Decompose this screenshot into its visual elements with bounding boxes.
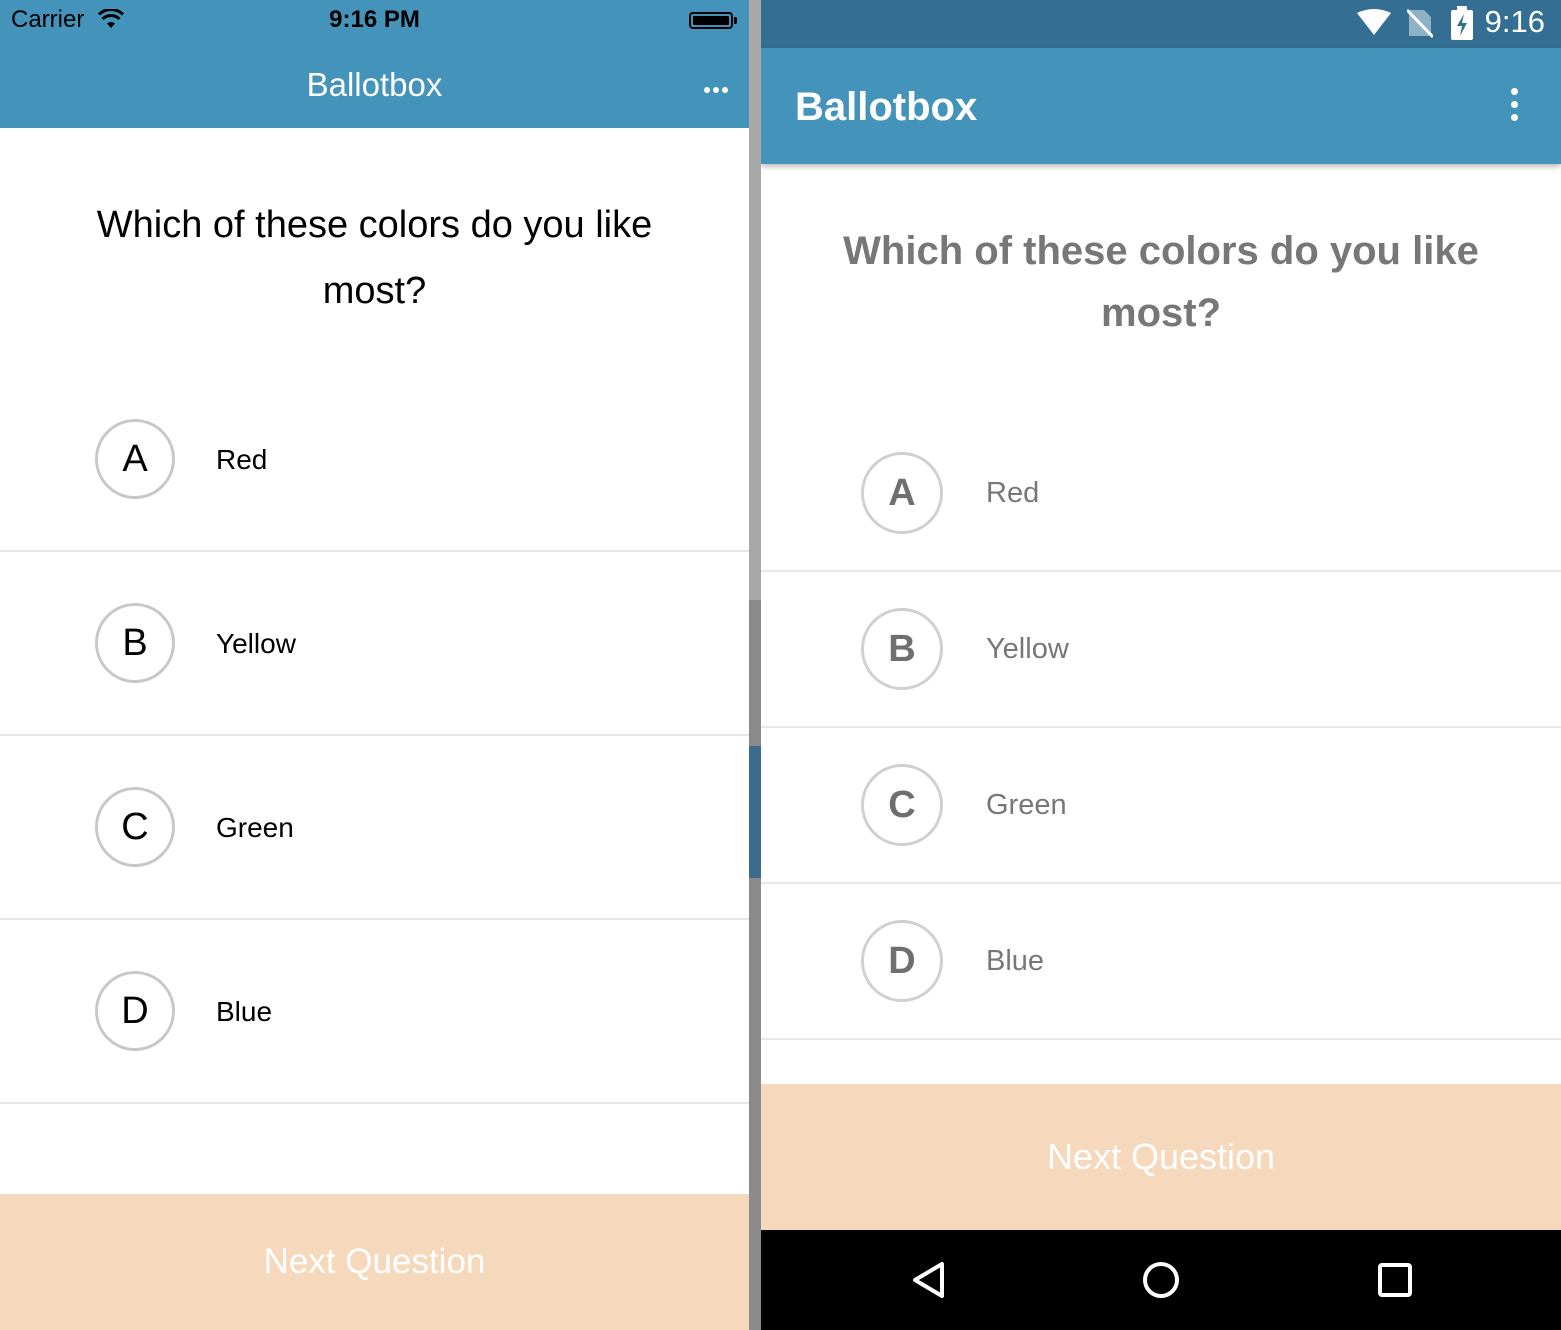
option-row-b[interactable]: B Yellow	[761, 572, 1561, 728]
ios-screen: Carrier 9:16 PM Ballotbox Which of these…	[0, 0, 749, 1330]
option-row-d[interactable]: D Blue	[0, 920, 749, 1104]
option-row-c[interactable]: C Green	[0, 736, 749, 920]
option-letter-badge: D	[95, 971, 175, 1051]
option-label: Yellow	[986, 633, 1069, 665]
battery-icon	[689, 12, 733, 29]
option-row-a[interactable]: A Red	[0, 368, 749, 552]
android-navigation-bar	[761, 1230, 1561, 1330]
home-icon[interactable]	[1141, 1260, 1181, 1300]
option-label: Blue	[986, 945, 1045, 977]
divider-segment	[749, 746, 761, 878]
ios-navigation-bar: Carrier 9:16 PM Ballotbox	[0, 0, 749, 128]
option-letter-badge: C	[95, 787, 175, 867]
question-text: Which of these colors do you like most?	[96, 204, 653, 312]
option-row-a[interactable]: A Red	[761, 416, 1561, 572]
option-row-c[interactable]: C Green	[761, 728, 1561, 884]
option-letter-badge: A	[861, 452, 943, 534]
option-letter-badge: B	[861, 608, 943, 690]
option-letter-badge: B	[95, 603, 175, 683]
android-status-bar: 9:16	[761, 0, 1561, 48]
question-text: Which of these colors do you like most?	[843, 229, 1479, 335]
option-label: Green	[216, 812, 294, 843]
battery-charging-icon	[1451, 6, 1473, 40]
recents-icon[interactable]	[1375, 1260, 1415, 1300]
next-question-button[interactable]: Next Question	[0, 1194, 749, 1330]
status-time: 9:16	[1484, 4, 1545, 39]
option-row-d[interactable]: D Blue	[761, 884, 1561, 1040]
option-letter-badge: A	[95, 419, 175, 499]
ellipsis-icon[interactable]	[704, 80, 731, 98]
ios-status-bar: Carrier 9:16 PM	[0, 0, 749, 42]
option-letter-badge: D	[861, 920, 943, 1002]
back-icon[interactable]	[909, 1260, 949, 1300]
vertical-dots-icon[interactable]	[1511, 88, 1518, 127]
divider-segment	[749, 0, 761, 600]
option-label: Red	[216, 444, 268, 475]
wifi-icon	[1357, 9, 1391, 35]
no-sim-icon	[1407, 8, 1433, 38]
next-question-button[interactable]: Next Question	[761, 1084, 1561, 1230]
option-label: Blue	[216, 996, 273, 1027]
option-label: Green	[986, 789, 1067, 821]
option-row-b[interactable]: B Yellow	[0, 552, 749, 736]
option-label: Red	[986, 477, 1040, 509]
option-label: Yellow	[216, 628, 296, 659]
page-title: Ballotbox	[795, 85, 978, 129]
android-app-bar: Ballotbox	[761, 48, 1561, 164]
android-screen: 9:16 Ballotbox Which of these colors do …	[761, 0, 1561, 1330]
option-letter-badge: C	[861, 764, 943, 846]
page-title: Ballotbox	[306, 66, 443, 103]
battery-nub	[734, 17, 737, 24]
status-time: 9:16 PM	[329, 6, 420, 33]
